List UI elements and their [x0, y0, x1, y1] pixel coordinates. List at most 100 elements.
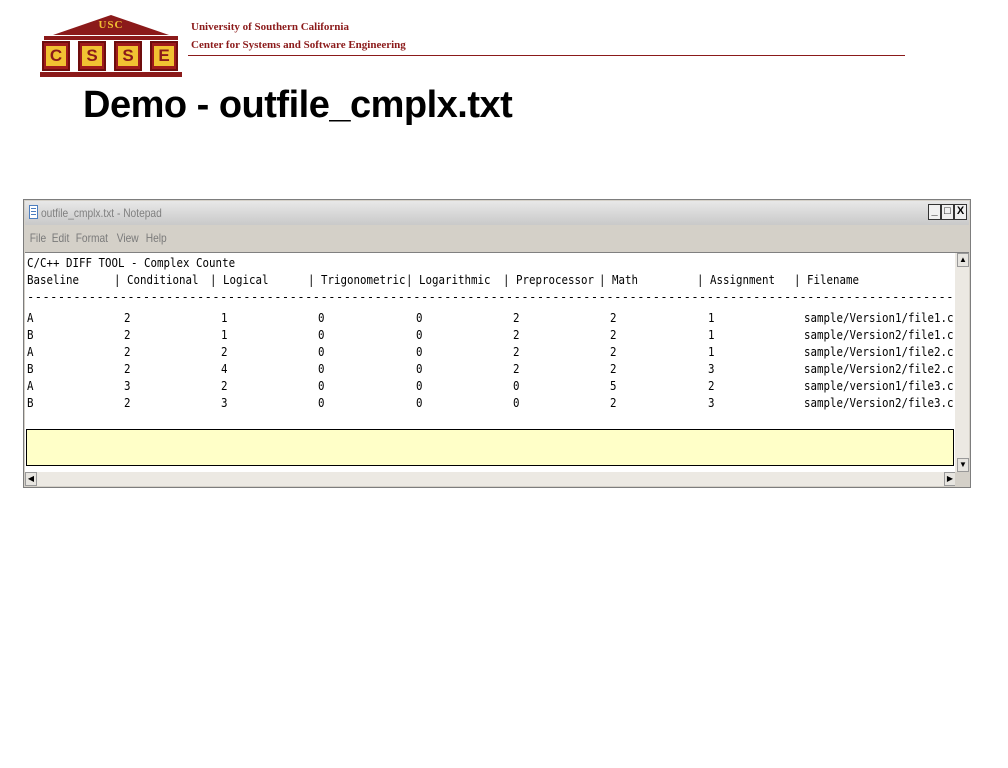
col-baseline: Baseline: [27, 273, 80, 287]
cell-math: 2: [610, 328, 617, 342]
cell-trigonometric: 0: [318, 345, 325, 359]
menu-view[interactable]: View: [115, 231, 143, 245]
cell-assignment: 1: [708, 345, 715, 359]
maximize-button[interactable]: □: [941, 204, 954, 220]
table-row: A 2 2 0 0 2 2 1 sample/Version1/file2.c: [27, 344, 955, 361]
cell-trigonometric: 0: [318, 362, 325, 376]
cell-logical: 1: [221, 311, 228, 325]
logo-base: [40, 72, 182, 77]
cell-baseline: A: [27, 379, 34, 393]
cell-assignment: 3: [708, 396, 715, 410]
logo-letter: E: [150, 41, 178, 71]
data-rows: A 2 1 0 0 2 2 1 sample/Version1/file1.c B 2 1 0 0 2 2 1 s…: [27, 310, 955, 412]
text-area-container: C/C++ DIFF TOOL - Complex Counte Baselin…: [25, 252, 969, 486]
table-row: A 2 1 0 0 2 2 1 sample/Version1/file1.c: [27, 310, 955, 327]
vertical-scrollbar[interactable]: ▲ ▼: [955, 253, 969, 472]
col-preprocessor: | Preprocessor: [503, 273, 595, 287]
header-rule: [188, 55, 905, 56]
table-row: B 2 3 0 0 0 2 3 sample/Version2/file3.c: [27, 395, 955, 412]
cell-math: 2: [610, 345, 617, 359]
col-assignment: | Assignment: [697, 273, 776, 287]
cell-filename: sample/Version1/file1.c: [804, 311, 954, 325]
cell-assignment: 1: [708, 328, 715, 342]
cell-logical: 2: [221, 345, 228, 359]
menu-help[interactable]: Help: [144, 231, 171, 245]
scroll-left-icon[interactable]: ◀: [25, 472, 37, 486]
university-name: University of Southern California: [191, 21, 349, 33]
minimize-button[interactable]: _: [928, 204, 941, 220]
cell-math: 2: [610, 362, 617, 376]
table-row: B 2 4 0 0 2 2 3 sample/Version2/file2.c: [27, 361, 955, 378]
scroll-up-icon[interactable]: ▲: [957, 253, 969, 267]
logo-usc-text: USC: [98, 19, 124, 31]
cell-preprocessor: 2: [513, 362, 520, 376]
slide-title: Demo - outfile_cmplx.txt: [83, 84, 513, 126]
notepad-window: outfile_cmplx.txt - Notepad _ □ X File E…: [23, 199, 971, 488]
csse-logo: USC C S S E: [40, 15, 182, 77]
close-button[interactable]: X: [954, 204, 967, 220]
scroll-down-icon[interactable]: ▼: [957, 458, 969, 472]
text-content[interactable]: C/C++ DIFF TOOL - Complex Counte Baselin…: [27, 255, 955, 459]
cell-assignment: 1: [708, 311, 715, 325]
cell-trigonometric: 0: [318, 311, 325, 325]
logo-letters: C S S E: [42, 41, 180, 71]
menu-format[interactable]: Format: [74, 231, 112, 245]
menu-bar: File Edit Format View Help: [25, 227, 969, 249]
cell-baseline: A: [27, 345, 34, 359]
cell-math: 2: [610, 396, 617, 410]
cell-filename: sample/version1/file3.c: [804, 379, 954, 393]
table-row: B 2 1 0 0 2 2 1 sample/Version2/file1.c: [27, 327, 955, 344]
col-filename: | Filename: [794, 273, 860, 287]
cell-assignment: 3: [708, 362, 715, 376]
cell-conditional: 3: [124, 379, 131, 393]
window-titlebar[interactable]: outfile_cmplx.txt - Notepad _ □ X: [25, 201, 969, 225]
table-row: A 3 2 0 0 0 5 2 sample/version1/file3.c: [27, 378, 955, 395]
cell-trigonometric: 0: [318, 328, 325, 342]
cell-filename: sample/Version1/file2.c: [804, 345, 954, 359]
cell-preprocessor: 2: [513, 328, 520, 342]
cell-trigonometric: 0: [318, 379, 325, 393]
menu-edit[interactable]: Edit: [50, 231, 74, 245]
cell-conditional: 2: [124, 328, 131, 342]
cell-baseline: B: [27, 328, 34, 342]
cell-trigonometric: 0: [318, 396, 325, 410]
cell-baseline: A: [27, 311, 34, 325]
menu-file[interactable]: File: [28, 231, 50, 245]
cell-conditional: 2: [124, 311, 131, 325]
scrollbar-corner: [955, 472, 969, 486]
notepad-icon: [29, 205, 38, 219]
cell-logarithmic: 0: [416, 379, 423, 393]
separator-dashes: ----------------------------------------…: [27, 290, 955, 304]
cell-logical: 2: [221, 379, 228, 393]
window-title: outfile_cmplx.txt - Notepad: [41, 206, 162, 220]
cell-preprocessor: 2: [513, 345, 520, 359]
horizontal-scrollbar[interactable]: ◀ ▶: [25, 472, 956, 486]
cell-logical: 3: [221, 396, 228, 410]
cell-logical: 4: [221, 362, 228, 376]
logo-letter: S: [78, 41, 106, 71]
logo-letter: S: [114, 41, 142, 71]
cell-preprocessor: 0: [513, 379, 520, 393]
col-logarithmic: | Logarithmic: [406, 273, 491, 287]
cell-baseline: B: [27, 362, 34, 376]
cell-logarithmic: 0: [416, 362, 423, 376]
separator-line: ----------------------------------------…: [27, 289, 955, 306]
col-logical: | Logical: [210, 273, 269, 287]
cell-logarithmic: 0: [416, 328, 423, 342]
logo-letter: C: [42, 41, 70, 71]
cell-math: 2: [610, 311, 617, 325]
cell-math: 5: [610, 379, 617, 393]
cell-preprocessor: 0: [513, 396, 520, 410]
logo-bar: [44, 36, 178, 40]
cell-filename: sample/Version2/file1.c: [804, 328, 954, 342]
cell-filename: sample/Version2/file3.c: [804, 396, 954, 410]
cell-assignment: 2: [708, 379, 715, 393]
tool-heading-line: C/C++ DIFF TOOL - Complex Counte: [27, 255, 955, 272]
col-math: | Math: [599, 273, 639, 287]
col-trigonometric: | Trigonometric: [308, 273, 406, 287]
cell-logarithmic: 0: [416, 345, 423, 359]
cell-conditional: 2: [124, 362, 131, 376]
cell-logical: 1: [221, 328, 228, 342]
header-row: Baseline | Conditional | Logical | Trigo…: [27, 272, 955, 289]
tool-heading: C/C++ DIFF TOOL - Complex Counte: [27, 256, 236, 270]
